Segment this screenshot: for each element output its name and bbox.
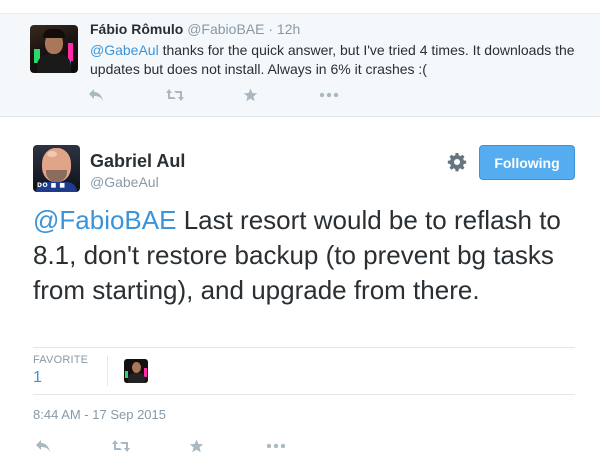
- avatar-shirt-print: DO ■ ■: [37, 182, 66, 189]
- favorite-star-icon[interactable]: [188, 436, 204, 456]
- reply-text-body: thanks for the quick answer, but I've tr…: [90, 42, 575, 77]
- favoriter-avatar[interactable]: [124, 359, 148, 383]
- more-dots-icon[interactable]: [318, 85, 340, 105]
- following-button[interactable]: Following: [479, 145, 575, 180]
- gear-icon[interactable]: [447, 152, 467, 172]
- timeline-top-edge: [0, 0, 600, 14]
- main-author-name[interactable]: Gabriel Aul: [90, 151, 185, 172]
- main-tweet-text: @FabioBAE Last resort would be to reflas…: [33, 203, 588, 308]
- reply-icon[interactable]: [86, 85, 106, 105]
- main-tweet-actions: [0, 436, 600, 456]
- stats-divider: [107, 356, 108, 386]
- main-author-handle[interactable]: @GabeAul: [90, 174, 159, 190]
- favorite-star-icon[interactable]: [242, 85, 258, 105]
- main-mention-link[interactable]: @FabioBAE: [33, 205, 176, 235]
- tweet-stats: FAVORITE 1: [33, 347, 575, 395]
- reply-actions: [0, 85, 600, 105]
- more-dots-icon[interactable]: [265, 436, 287, 456]
- favorite-stat-label[interactable]: FAVORITE: [33, 354, 88, 366]
- reply-tweet-text: @GabeAul thanks for the quick answer, bu…: [90, 41, 580, 79]
- main-author-avatar[interactable]: DO ■ ■: [33, 145, 80, 192]
- reply-header: Fábio Rômulo @FabioBAE · 12h: [90, 21, 300, 37]
- reply-separator: ·: [268, 21, 274, 37]
- reply-tweet[interactable]: Fábio Rômulo @FabioBAE · 12h @GabeAul th…: [0, 0, 600, 117]
- reply-author-name[interactable]: Fábio Rômulo: [90, 21, 183, 37]
- reply-timestamp[interactable]: 12h: [277, 21, 300, 37]
- tweet-timestamp: 8:44 AM - 17 Sep 2015: [33, 407, 166, 422]
- favorite-stat-count[interactable]: 1: [33, 369, 42, 387]
- retweet-icon[interactable]: [164, 85, 186, 105]
- reply-mention-link[interactable]: @GabeAul: [90, 42, 159, 58]
- retweet-icon[interactable]: [110, 436, 132, 456]
- reply-author-avatar[interactable]: [30, 25, 78, 73]
- reply-author-handle[interactable]: @FabioBAE: [187, 21, 264, 37]
- reply-icon[interactable]: [33, 436, 53, 456]
